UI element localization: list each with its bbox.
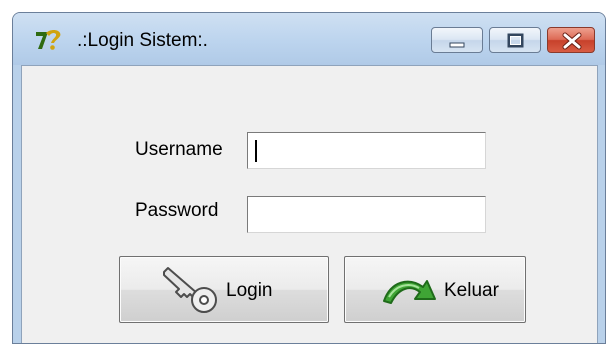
username-input[interactable] bbox=[247, 132, 486, 169]
maximize-icon bbox=[507, 33, 524, 48]
keluar-label: Keluar bbox=[444, 280, 499, 301]
app-logo-icon bbox=[36, 30, 61, 50]
login-button[interactable]: Login bbox=[119, 256, 329, 323]
password-label: Password bbox=[135, 200, 219, 221]
login-window: .:Login Sistem:. Username Password Login… bbox=[12, 12, 606, 344]
text-caret bbox=[255, 140, 257, 162]
username-label: Username bbox=[135, 139, 223, 160]
key-icon bbox=[163, 267, 217, 313]
maximize-button[interactable] bbox=[489, 27, 541, 53]
close-icon bbox=[562, 32, 582, 50]
title-bar[interactable]: .:Login Sistem:. bbox=[13, 13, 605, 65]
keluar-button[interactable]: Keluar bbox=[344, 256, 526, 323]
close-button[interactable] bbox=[547, 27, 595, 53]
minimize-icon bbox=[449, 42, 465, 48]
login-label: Login bbox=[226, 280, 273, 301]
password-input[interactable] bbox=[247, 196, 486, 233]
window-title: .:Login Sistem:. bbox=[77, 30, 208, 51]
minimize-button[interactable] bbox=[431, 27, 483, 53]
client-area: Username Password Login Keluar bbox=[21, 65, 598, 343]
exit-arrow-icon bbox=[383, 280, 436, 304]
